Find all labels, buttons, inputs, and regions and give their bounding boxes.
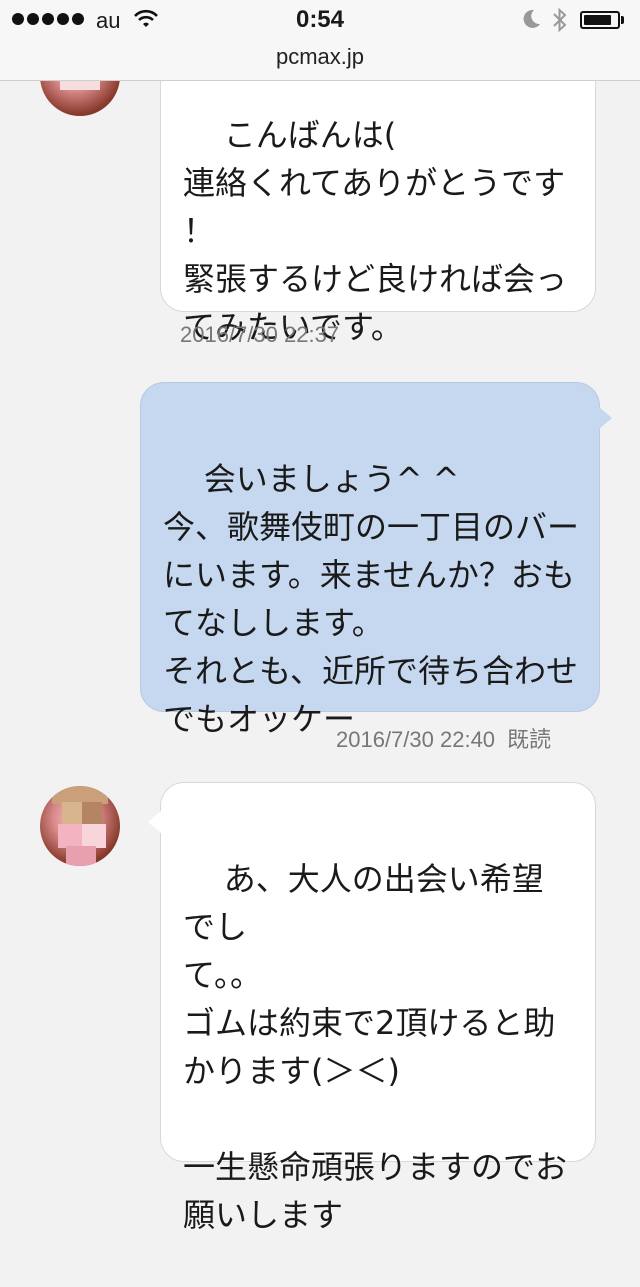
do-not-disturb-icon bbox=[520, 8, 542, 34]
bubble-tail bbox=[598, 406, 612, 430]
message-text: あ、大人の出会い希望でし て。。 ゴムは約束で2頂けると助 かります(＞＜) 一… bbox=[183, 860, 568, 1234]
bubble-tail bbox=[148, 810, 162, 834]
message-timestamp: 2016/7/30 22:37 bbox=[180, 322, 340, 347]
read-receipt: 既読 bbox=[507, 727, 552, 752]
message-timestamp: 2016/7/30 22:40 既読 bbox=[336, 722, 551, 754]
sender-avatar[interactable] bbox=[40, 786, 120, 866]
bluetooth-icon bbox=[552, 7, 568, 37]
url-domain: pcmax.jp bbox=[275, 44, 365, 69]
chat-thread[interactable]: こんばんは( 連絡くれてありがとうです ！ 緊張するけど良ければ会っ てみたいで… bbox=[0, 0, 640, 1234]
message-text: こんばんは( 連絡くれてありがとうです ！ 緊張するけど良ければ会っ てみたいで… bbox=[183, 116, 568, 346]
url-bar[interactable]: pcmax.jp bbox=[0, 40, 640, 81]
battery-icon bbox=[580, 11, 620, 29]
message-text: 会いましょう^ ^ 今、歌舞伎町の一丁目のバー にいます。来ませんか？おも てな… bbox=[163, 460, 580, 738]
battery-level bbox=[584, 15, 612, 25]
battery-tip bbox=[621, 16, 624, 24]
status-time: 0:54 bbox=[295, 6, 345, 33]
message-bubble-incoming[interactable]: あ、大人の出会い希望でし て。。 ゴムは約束で2頂けると助 かります(＞＜) 一… bbox=[160, 782, 596, 1234]
message-bubble-outgoing[interactable]: 会いましょう^ ^ 今、歌舞伎町の一丁目のバー にいます。来ませんか？おも てな… bbox=[140, 382, 600, 738]
status-bar: au 0:54 bbox=[0, 0, 640, 40]
timestamp-text: 2016/7/30 22:40 bbox=[336, 727, 496, 752]
